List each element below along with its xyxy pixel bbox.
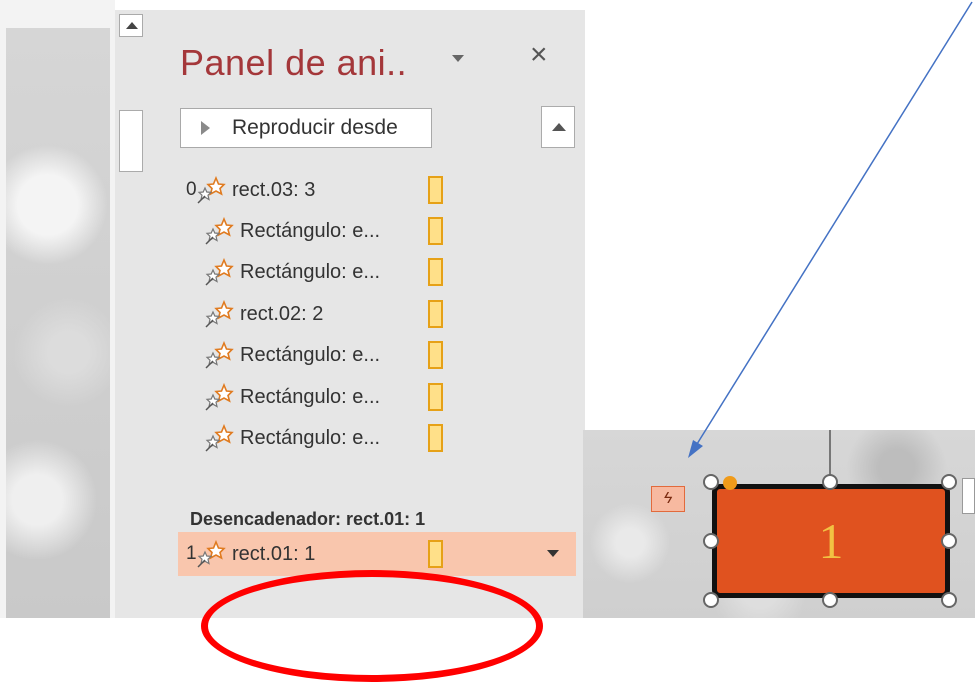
- animation-number: 1: [186, 543, 197, 564]
- animation-label: Rectángulo: e...: [240, 343, 381, 366]
- star-animation-icon: [205, 258, 234, 286]
- resize-handle[interactable]: [703, 533, 719, 549]
- star-animation-icon: [205, 383, 234, 411]
- resize-handle[interactable]: [822, 592, 838, 608]
- resize-handle[interactable]: [941, 592, 957, 608]
- timing-bar[interactable]: [428, 300, 443, 328]
- animation-label: rect.02: 2: [240, 302, 324, 325]
- animation-label: Rectángulo: e...: [240, 385, 381, 408]
- animation-label: Rectángulo: e...: [240, 219, 381, 242]
- close-icon[interactable]: ×: [530, 40, 548, 70]
- animation-label: Rectángulo: e...: [240, 426, 381, 449]
- timing-bar[interactable]: [428, 176, 443, 204]
- animation-item[interactable]: 0 rect.03: 3: [186, 172, 566, 208]
- star-animation-icon: [197, 176, 226, 204]
- rotation-line: [829, 430, 831, 478]
- animation-item[interactable]: Rectángulo: e...: [204, 420, 584, 456]
- thumbnail-scrollbar[interactable]: [115, 10, 148, 618]
- animation-label: rect.03: 3: [232, 178, 316, 201]
- animation-item[interactable]: Rectángulo: e...: [204, 213, 584, 249]
- star-animation-icon: [205, 424, 234, 452]
- timing-bar[interactable]: [428, 540, 443, 568]
- annotation-ellipse: [201, 570, 543, 682]
- animation-item[interactable]: rect.02: 2: [204, 296, 584, 332]
- resize-handle[interactable]: [941, 474, 957, 490]
- shape-text: 1: [818, 513, 844, 569]
- animation-item[interactable]: Rectángulo: e...: [204, 379, 584, 415]
- chevron-down-icon[interactable]: [547, 550, 559, 557]
- adjacent-shape: [962, 478, 975, 514]
- scroll-thumb[interactable]: [119, 110, 143, 172]
- animation-label: Rectángulo: e...: [240, 260, 381, 283]
- rectangle-shape[interactable]: 1: [712, 484, 950, 598]
- timing-bar[interactable]: [428, 258, 443, 286]
- animation-item[interactable]: 1 rect.01: 1: [186, 536, 566, 572]
- timing-bar[interactable]: [428, 424, 443, 452]
- play-from-label: Reproducir desde: [232, 116, 398, 139]
- play-from-button[interactable]: Reproducir desde: [180, 108, 432, 148]
- adjust-handle[interactable]: [723, 476, 737, 490]
- resize-handle[interactable]: [822, 474, 838, 490]
- slide-thumbnail[interactable]: [6, 28, 110, 618]
- timing-bar[interactable]: [428, 341, 443, 369]
- timing-bar[interactable]: [428, 217, 443, 245]
- trigger-heading: Desencadenador: rect.01: 1: [190, 509, 426, 529]
- pane-options-icon[interactable]: [452, 55, 464, 62]
- star-animation-icon: [205, 217, 234, 245]
- star-animation-icon: [205, 300, 234, 328]
- play-icon: [201, 121, 210, 135]
- animation-label: rect.01: 1: [232, 542, 316, 565]
- animation-item[interactable]: Rectángulo: e...: [204, 254, 584, 290]
- star-animation-icon: [205, 341, 234, 369]
- resize-handle[interactable]: [941, 533, 957, 549]
- resize-handle[interactable]: [703, 592, 719, 608]
- animation-item[interactable]: Rectángulo: e...: [204, 337, 584, 373]
- scroll-up-button[interactable]: [119, 14, 143, 37]
- timing-bar[interactable]: [428, 383, 443, 411]
- pane-title: Panel de ani..: [180, 42, 408, 83]
- lightning-icon[interactable]: ϟ: [651, 486, 685, 512]
- star-animation-icon: [197, 540, 226, 568]
- resize-handle[interactable]: [703, 474, 719, 490]
- list-scroll-up-button[interactable]: [541, 106, 575, 148]
- animation-number: 0: [186, 179, 197, 200]
